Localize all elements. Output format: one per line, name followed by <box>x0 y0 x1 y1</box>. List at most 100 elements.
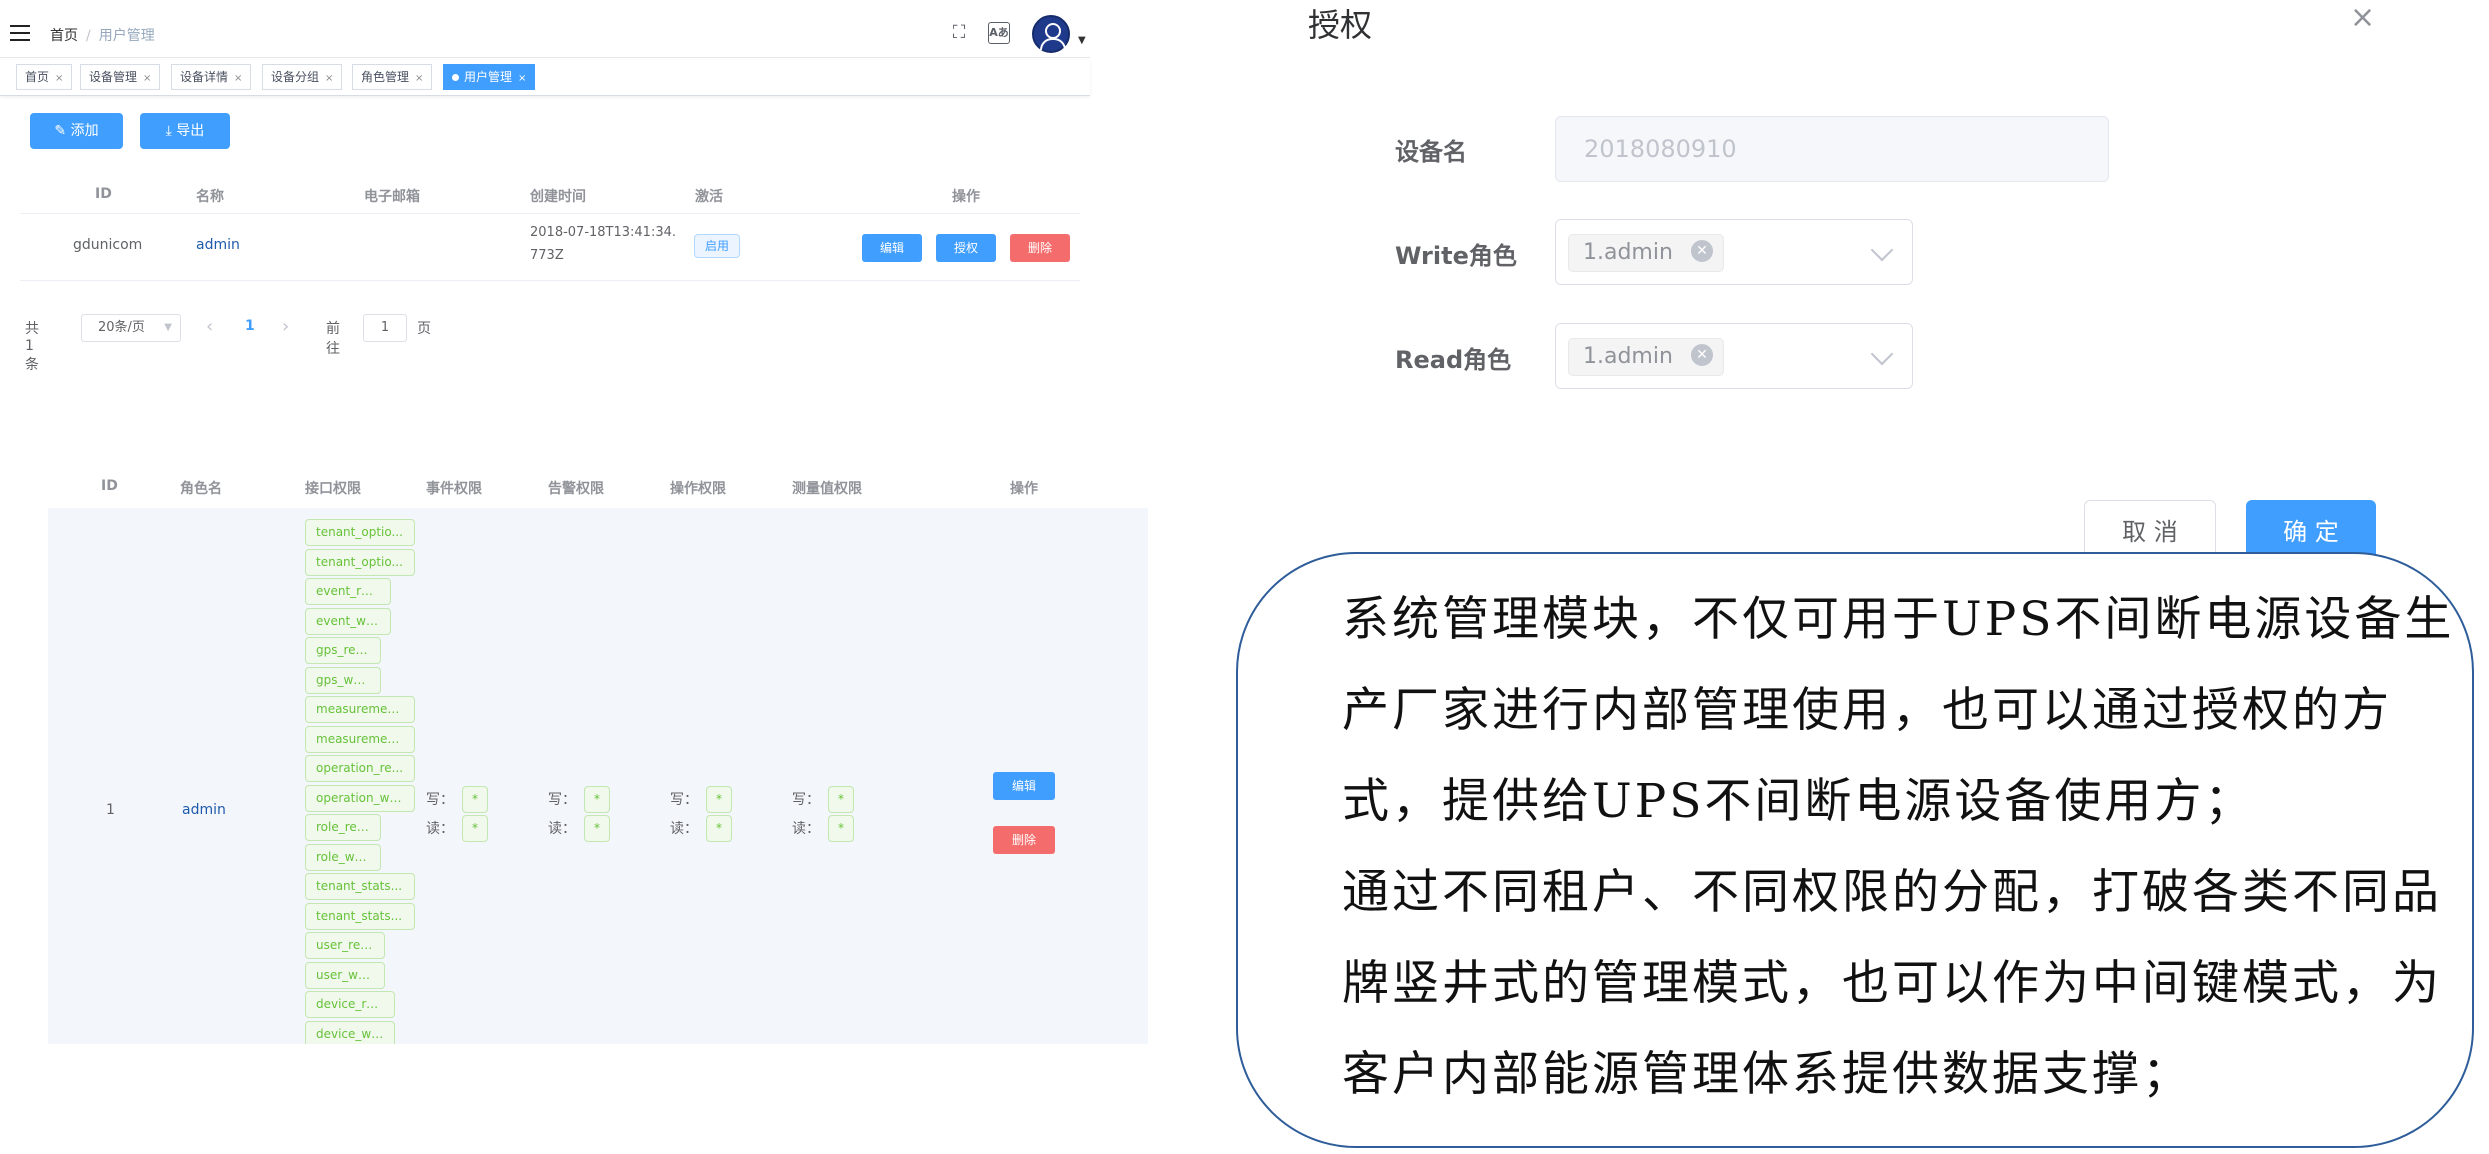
col-created: 创建时间 <box>530 189 586 205</box>
write-label: 写： <box>670 792 698 808</box>
role-permission-table: ID 角色名 接口权限 事件权限 告警权限 操作权限 测量值权限 操作 1 ad… <box>48 470 1148 1044</box>
breadcrumb: 首页 / 用户管理 <box>50 25 155 45</box>
close-icon[interactable]: × <box>234 73 242 84</box>
close-circle-icon[interactable]: ✕ <box>1690 344 1713 366</box>
dialog-title: 授权 <box>1308 6 1373 44</box>
edit-button[interactable]: 编辑 <box>993 772 1055 800</box>
permission-tag: * <box>706 815 732 842</box>
permission-tag: * <box>584 786 610 813</box>
col-role-name: 角色名 <box>180 481 222 497</box>
read-label: 读： <box>792 821 820 837</box>
api-permission-tag: measuremen... <box>305 696 415 723</box>
permission-tag: * <box>584 815 610 842</box>
goto-page-input[interactable]: 1 <box>363 314 407 342</box>
col-name: 名称 <box>196 189 224 205</box>
write-label: 写： <box>548 792 576 808</box>
tag-user-management[interactable]: 用户管理 × <box>443 64 536 90</box>
table-row: 1 admin tenant_optio... tenant_optio... … <box>48 508 1148 1044</box>
api-permission-tag: gps_read <box>305 637 381 664</box>
close-circle-icon[interactable]: ✕ <box>1690 240 1713 262</box>
breadcrumb-separator: / <box>86 28 91 44</box>
delete-button[interactable]: 删除 <box>993 826 1055 854</box>
write-role-select[interactable]: 1.admin ✕ <box>1555 219 1913 285</box>
api-permission-tag: role_write <box>305 844 381 871</box>
authorize-button[interactable]: 授权 <box>936 234 996 262</box>
api-permission-tag: operation_wr... <box>305 785 415 812</box>
role-chip: 1.admin ✕ <box>1568 234 1724 272</box>
delete-button[interactable]: 删除 <box>1010 234 1070 262</box>
api-permission-tag: device_read <box>305 991 395 1018</box>
user-name-link[interactable]: admin <box>196 237 240 253</box>
goto-suffix: 页 <box>417 321 431 337</box>
add-button[interactable]: ✎ 添加 <box>30 113 123 149</box>
translate-icon[interactable]: Aあ <box>988 22 1010 44</box>
read-role-label: Read角色 <box>1395 346 1512 374</box>
close-icon[interactable]: × <box>518 73 526 84</box>
edit-button[interactable]: 编辑 <box>862 234 922 262</box>
callout-paragraph: 系统管理模块，不仅可用于UPS不间断电源设备生产厂家进行内部管理使用，也可以通过… <box>1342 592 2455 829</box>
col-api-permission: 接口权限 <box>305 481 361 497</box>
close-icon[interactable]: × <box>2350 0 2375 35</box>
permission-tag: * <box>706 786 732 813</box>
read-label: 读： <box>548 821 576 837</box>
avatar[interactable] <box>1032 15 1070 53</box>
permission-tag: * <box>828 786 854 813</box>
tag-device-detail[interactable]: 设备详情 × <box>171 64 252 90</box>
role-table-header: ID 角色名 接口权限 事件权限 告警权限 操作权限 测量值权限 操作 <box>48 470 1148 508</box>
tag-role-management[interactable]: 角色管理 × <box>352 64 433 90</box>
api-permission-tag: tenant_optio... <box>305 519 415 546</box>
role-chip-label: 1.admin <box>1583 240 1673 265</box>
role-name-link[interactable]: admin <box>182 802 226 818</box>
api-permission-tag: tenant_stats... <box>305 873 415 900</box>
api-permission-tag: event_read <box>305 578 391 605</box>
export-button[interactable]: ⤓ 导出 <box>140 113 230 149</box>
col-alarm-permission: 告警权限 <box>548 481 604 497</box>
fullscreen-icon[interactable]: ⛶ <box>948 22 970 44</box>
col-actions: 操作 <box>1010 481 1038 497</box>
close-icon[interactable]: × <box>143 73 151 84</box>
read-label: 读： <box>670 821 698 837</box>
next-page-icon[interactable]: › <box>282 316 289 337</box>
col-operation-permission: 操作权限 <box>670 481 726 497</box>
device-name-label: 设备名 <box>1395 138 1467 166</box>
description-callout: 系统管理模块，不仅可用于UPS不间断电源设备生产厂家进行内部管理使用，也可以通过… <box>1236 552 2474 1148</box>
tag-home[interactable]: 首页 × <box>16 64 73 90</box>
api-permission-tag: tenant_stats... <box>305 903 415 930</box>
prev-page-icon[interactable]: ‹ <box>206 316 213 337</box>
user-created-line2: 773Z <box>530 248 564 263</box>
hamburger-icon[interactable] <box>10 25 30 41</box>
page-size-select[interactable]: 20条/页 ▼ <box>81 314 181 342</box>
chevron-down-icon: ▼ <box>164 322 172 333</box>
permission-tag: * <box>462 815 488 842</box>
tag-device-group[interactable]: 设备分组 × <box>262 64 343 90</box>
authorization-dialog: 授权 × 设备名 2018080910 Write角色 1.admin ✕ Rea… <box>1290 0 2410 564</box>
col-actions: 操作 <box>952 189 980 205</box>
read-role-select[interactable]: 1.admin ✕ <box>1555 323 1913 389</box>
tag-label: 设备管理 <box>89 70 138 84</box>
page-size-value: 20条/页 <box>98 320 145 335</box>
close-icon[interactable]: × <box>325 73 333 84</box>
close-icon[interactable]: × <box>415 73 423 84</box>
api-permission-tag: measuremen... <box>305 726 415 753</box>
permission-tag: * <box>828 815 854 842</box>
tag-device-management[interactable]: 设备管理 × <box>80 64 161 90</box>
chevron-down-icon[interactable] <box>1870 342 1894 366</box>
page-number-1[interactable]: 1 <box>245 318 255 334</box>
user-management-panel: 首页 / 用户管理 ⛶ Aあ ▼ 首页 × 设备管理 × 设备详情 × 设备分组 × 角色管… <box>0 0 1090 440</box>
api-permission-tag: event_write <box>305 608 391 635</box>
api-permission-tag: device_write <box>305 1021 395 1044</box>
tag-label: 角色管理 <box>361 70 410 84</box>
api-permission-tag: role_read <box>305 814 381 841</box>
write-role-label: Write角色 <box>1395 242 1517 270</box>
api-permission-tag: user_read <box>305 932 385 959</box>
col-measurement-permission: 测量值权限 <box>792 481 862 497</box>
close-icon[interactable]: × <box>55 73 63 84</box>
col-event-permission: 事件权限 <box>426 481 482 497</box>
callout-text: 系统管理模块，不仅可用于UPS不间断电源设备生产厂家进行内部管理使用，也可以通过… <box>1262 574 2462 1120</box>
breadcrumb-home[interactable]: 首页 <box>50 28 78 44</box>
chevron-down-icon[interactable] <box>1870 238 1894 262</box>
col-id: ID <box>101 478 118 494</box>
col-email: 电子邮箱 <box>364 189 420 205</box>
navbar: 首页 / 用户管理 ⛶ Aあ ▼ <box>0 0 1090 58</box>
caret-down-icon[interactable]: ▼ <box>1078 35 1086 46</box>
